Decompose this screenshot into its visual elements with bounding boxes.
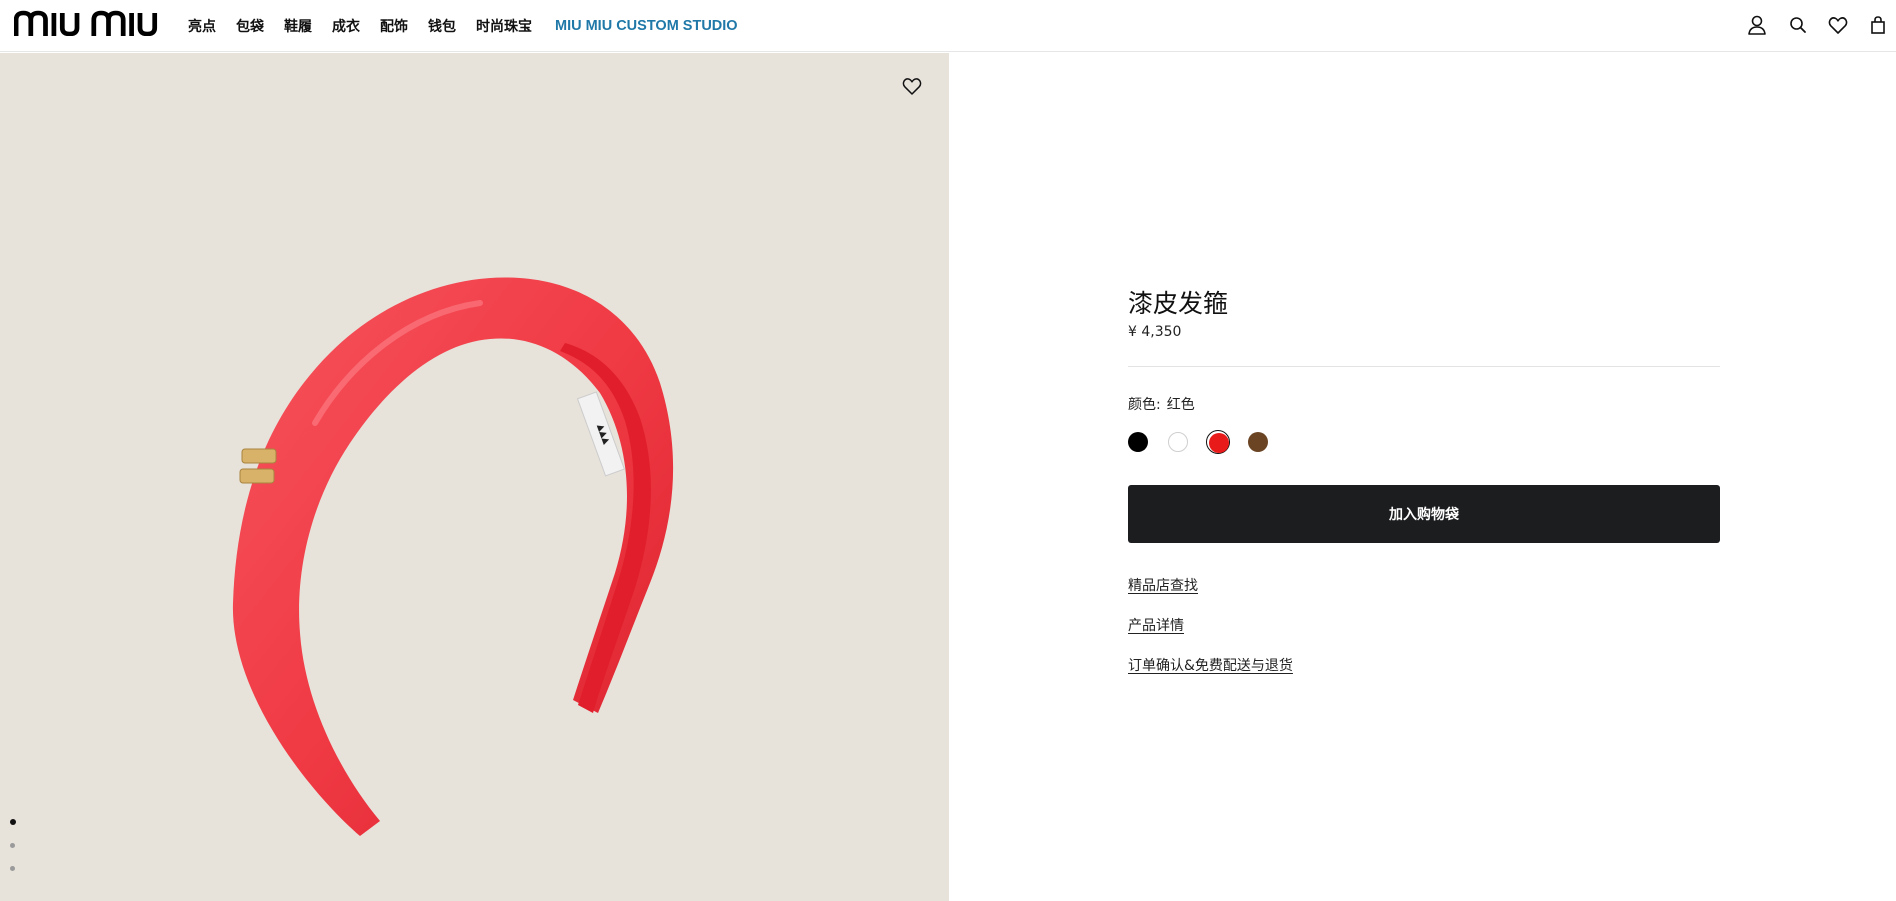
nav-item-jewelry[interactable]: 时尚珠宝 [476,16,532,36]
gallery-dot[interactable] [10,819,16,825]
nav-item-highlights[interactable]: 亮点 [188,16,216,36]
nav-item-wallets[interactable]: 钱包 [428,16,456,36]
color-swatch-black[interactable] [1126,430,1150,454]
color-swatch-white[interactable] [1166,430,1190,454]
selected-color-name: 红色 [1166,397,1195,413]
swatch-fill [1128,432,1148,452]
site-header: 亮点 包袋 鞋履 成衣 配饰 钱包 时尚珠宝 MIU MIU CUSTOM ST… [0,0,1896,52]
add-to-wishlist-heart-icon[interactable] [900,75,924,97]
swatch-fill [1248,432,1268,452]
shopping-bag-icon[interactable] [1867,14,1889,36]
product-gallery[interactable]: ▲▲▲ [0,53,949,901]
color-label: 颜色: [1128,397,1161,413]
product-price: ¥ 4,350 [1128,324,1182,340]
swatch-fill [1209,433,1229,453]
nav-item-ready-to-wear[interactable]: 成衣 [332,16,360,36]
nav-item-bags[interactable]: 包袋 [236,16,264,36]
color-selector-label: 颜色: 红色 [1128,394,1195,414]
store-locator-link[interactable]: 精品店查找 [1128,575,1198,595]
main-nav: 亮点 包袋 鞋履 成衣 配饰 钱包 时尚珠宝 MIU MIU CUSTOM ST… [188,0,758,52]
brand-logo[interactable] [13,10,172,40]
product-details-link[interactable]: 产品详情 [1128,615,1184,635]
gallery-dot[interactable] [10,843,15,848]
miu-miu-logo [13,10,158,37]
search-icon[interactable] [1787,14,1809,36]
gallery-dot[interactable] [10,866,15,871]
color-swatch-red[interactable] [1206,430,1230,454]
color-swatch-brown[interactable] [1246,430,1270,454]
nav-item-custom-studio[interactable]: MIU MIU CUSTOM STUDIO [555,18,738,34]
divider [1128,366,1720,367]
user-icon[interactable] [1746,14,1768,36]
nav-item-shoes[interactable]: 鞋履 [284,16,312,36]
shipping-returns-link[interactable]: 订单确认&免费配送与退货 [1128,655,1293,675]
nav-item-accessories[interactable]: 配饰 [380,16,408,36]
product-title: 漆皮发箍 [1128,289,1229,318]
add-to-bag-button[interactable]: 加入购物袋 [1128,485,1720,543]
gallery-pagination [10,819,16,889]
heart-icon[interactable] [1827,14,1849,36]
color-swatches [1126,430,1286,454]
product-image-headband: ▲▲▲ [232,277,674,836]
header-actions [1716,0,1896,52]
swatch-fill [1168,432,1188,452]
